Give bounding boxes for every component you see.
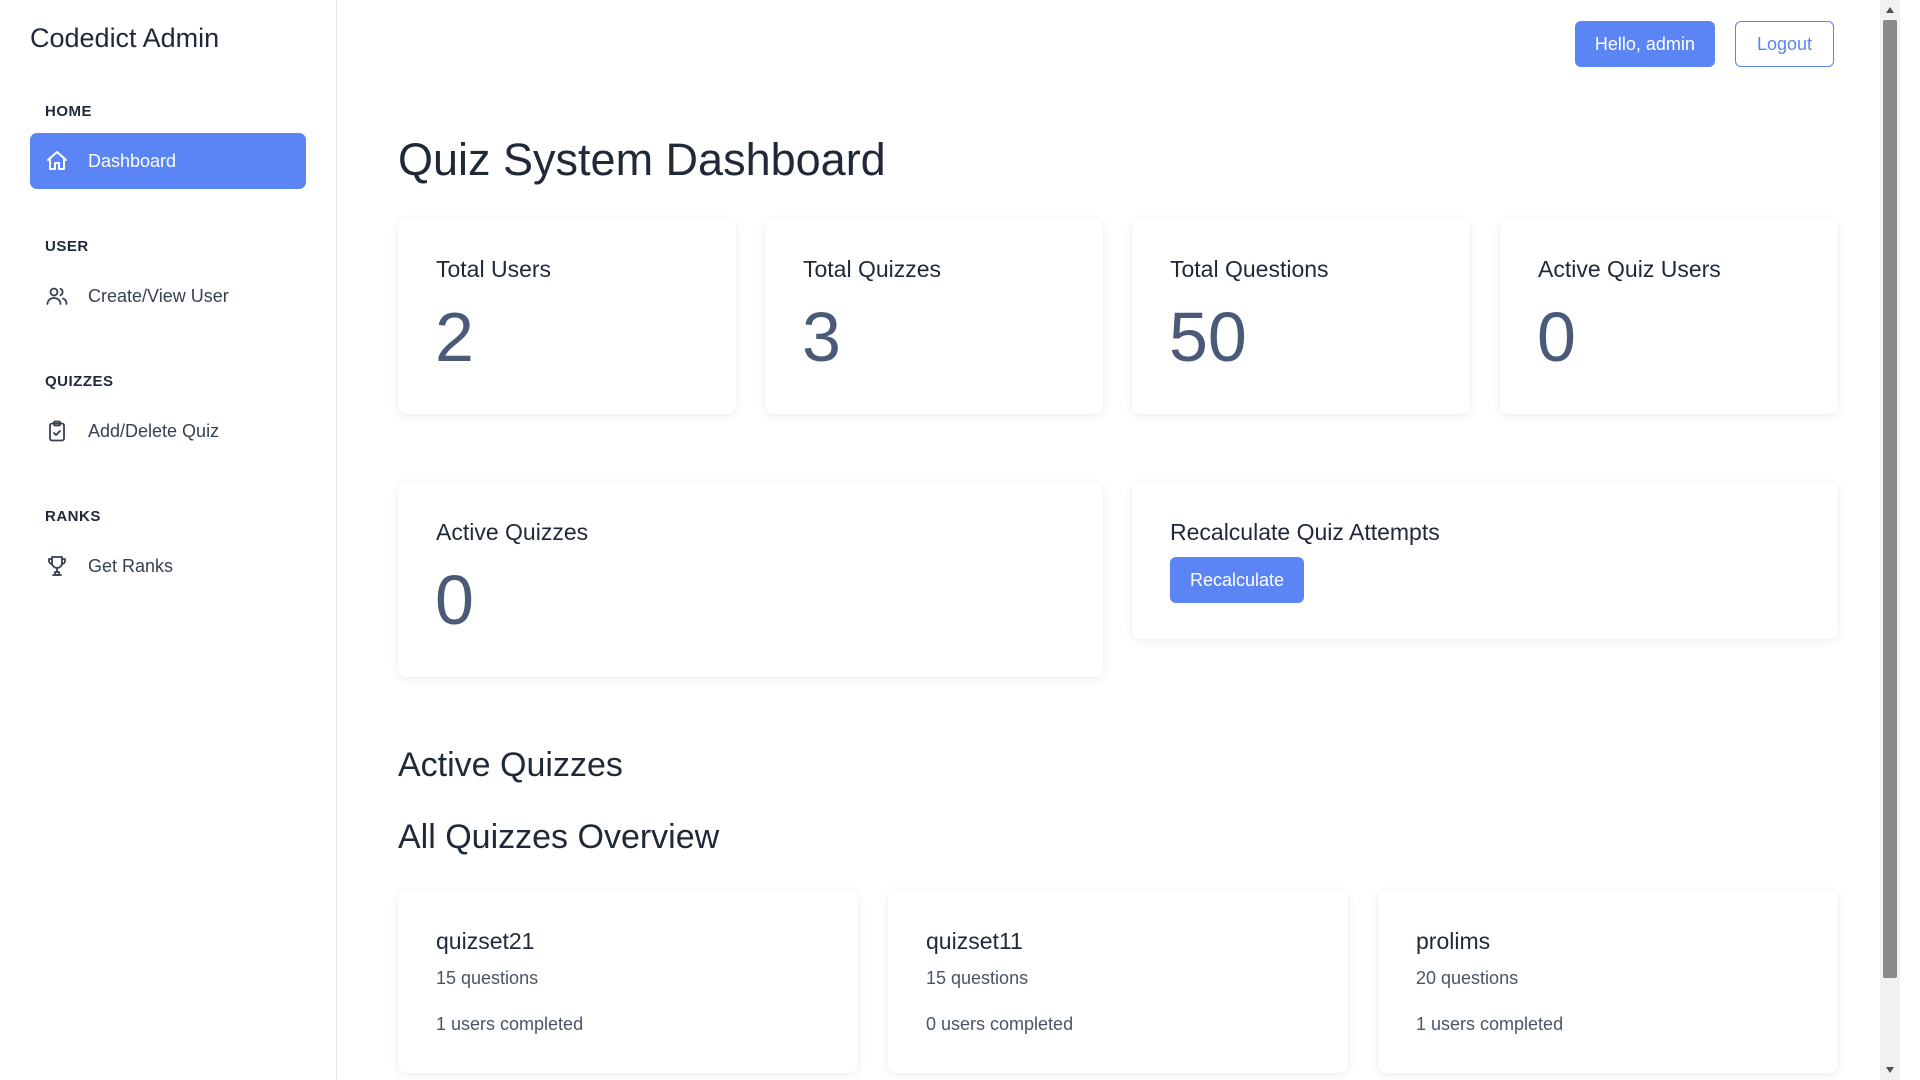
nav-section-home: HOME Dashboard <box>0 102 336 189</box>
all-quizzes-heading: All Quizzes Overview <box>398 818 720 856</box>
section-label-quizzes: QUIZZES <box>45 373 114 390</box>
quiz-question-count: 20 questions <box>1416 968 1519 988</box>
quiz-card[interactable]: prolims 20 questions 1 users completed <box>1378 890 1838 1073</box>
sidebar-item-add-delete-quiz[interactable]: Add/Delete Quiz <box>30 403 306 459</box>
users-icon <box>44 283 70 309</box>
sidebar-item-label: Add/Delete Quiz <box>88 420 220 441</box>
logout-button[interactable]: Logout <box>1734 21 1834 67</box>
scroll-up-arrow-icon[interactable] <box>1880 0 1900 20</box>
vertical-scrollbar[interactable] <box>1880 0 1900 1080</box>
recalculate-label: Recalculate Quiz Attempts <box>1170 519 1440 545</box>
stat-value: 50 <box>1169 298 1247 376</box>
sidebar: Codedict Admin HOME Dashboard USER Creat… <box>0 0 337 1080</box>
nav-section-ranks: RANKS Get Ranks <box>0 507 336 594</box>
stat-card-total-questions: Total Questions 50 <box>1132 219 1470 414</box>
brand-title: Codedict Admin <box>30 23 220 53</box>
scrollbar-thumb[interactable] <box>1883 20 1897 978</box>
app: Codedict Admin HOME Dashboard USER Creat… <box>0 0 1920 1080</box>
quiz-question-count: 15 questions <box>926 968 1029 988</box>
stat-card-active-quizzes: Active Quizzes 0 <box>398 482 1103 677</box>
quiz-name: quizset11 <box>926 928 1023 954</box>
trophy-icon <box>44 553 70 579</box>
quiz-completed-count: 1 users completed <box>436 1014 584 1034</box>
stat-card-total-users: Total Users 2 <box>398 219 736 414</box>
quiz-name: quizset21 <box>436 928 535 954</box>
sidebar-item-label: Get Ranks <box>88 555 174 576</box>
page-title: Quiz System Dashboard <box>398 134 886 185</box>
active-quizzes-heading: Active Quizzes <box>398 746 623 784</box>
section-label-home: HOME <box>45 103 92 120</box>
stat-value: 0 <box>1537 298 1576 376</box>
quiz-card[interactable]: quizset11 15 questions 0 users completed <box>888 890 1348 1073</box>
section-label-ranks: RANKS <box>45 508 101 525</box>
clipboard-check-icon <box>44 418 70 444</box>
stat-label: Total Users <box>436 256 552 282</box>
stat-label: Active Quiz Users <box>1538 256 1721 282</box>
stat-card-active-quiz-users: Active Quiz Users 0 <box>1500 219 1838 414</box>
user-greeting-button[interactable]: Hello, admin <box>1574 21 1715 67</box>
stat-label: Active Quizzes <box>436 519 589 545</box>
sidebar-item-label: Create/View User <box>88 285 229 306</box>
quiz-completed-count: 1 users completed <box>1416 1014 1564 1034</box>
stat-value: 3 <box>802 298 841 376</box>
scroll-down-arrow-icon[interactable] <box>1880 1060 1900 1080</box>
stat-card-total-quizzes: Total Quizzes 3 <box>765 219 1103 414</box>
quiz-completed-count: 0 users completed <box>926 1014 1074 1034</box>
stat-label: Total Questions <box>1170 256 1329 282</box>
main-content: Hello, admin Logout Quiz System Dashboar… <box>337 0 1900 1080</box>
sidebar-item-get-ranks[interactable]: Get Ranks <box>30 538 306 594</box>
recalculate-button[interactable]: Recalculate <box>1170 557 1305 603</box>
stat-value: 2 <box>435 298 474 376</box>
sidebar-item-dashboard[interactable]: Dashboard <box>30 133 306 189</box>
quiz-card[interactable]: quizset21 15 questions 1 users completed <box>398 890 858 1073</box>
stat-value: 0 <box>435 561 474 639</box>
section-label-user: USER <box>45 238 89 255</box>
quiz-question-count: 15 questions <box>436 968 539 988</box>
home-icon <box>44 148 70 174</box>
sidebar-item-create-view-user[interactable]: Create/View User <box>30 268 306 324</box>
nav-section-user: USER Create/View User <box>0 237 336 324</box>
topbar: Hello, admin Logout <box>1574 21 1834 67</box>
nav-section-quizzes: QUIZZES Add/Delete Quiz <box>0 372 336 459</box>
recalculate-card: Recalculate Quiz Attempts Recalculate <box>1132 482 1838 639</box>
quiz-name: prolims <box>1416 928 1491 954</box>
stat-label: Total Quizzes <box>803 256 942 282</box>
sidebar-item-label: Dashboard <box>88 150 177 171</box>
